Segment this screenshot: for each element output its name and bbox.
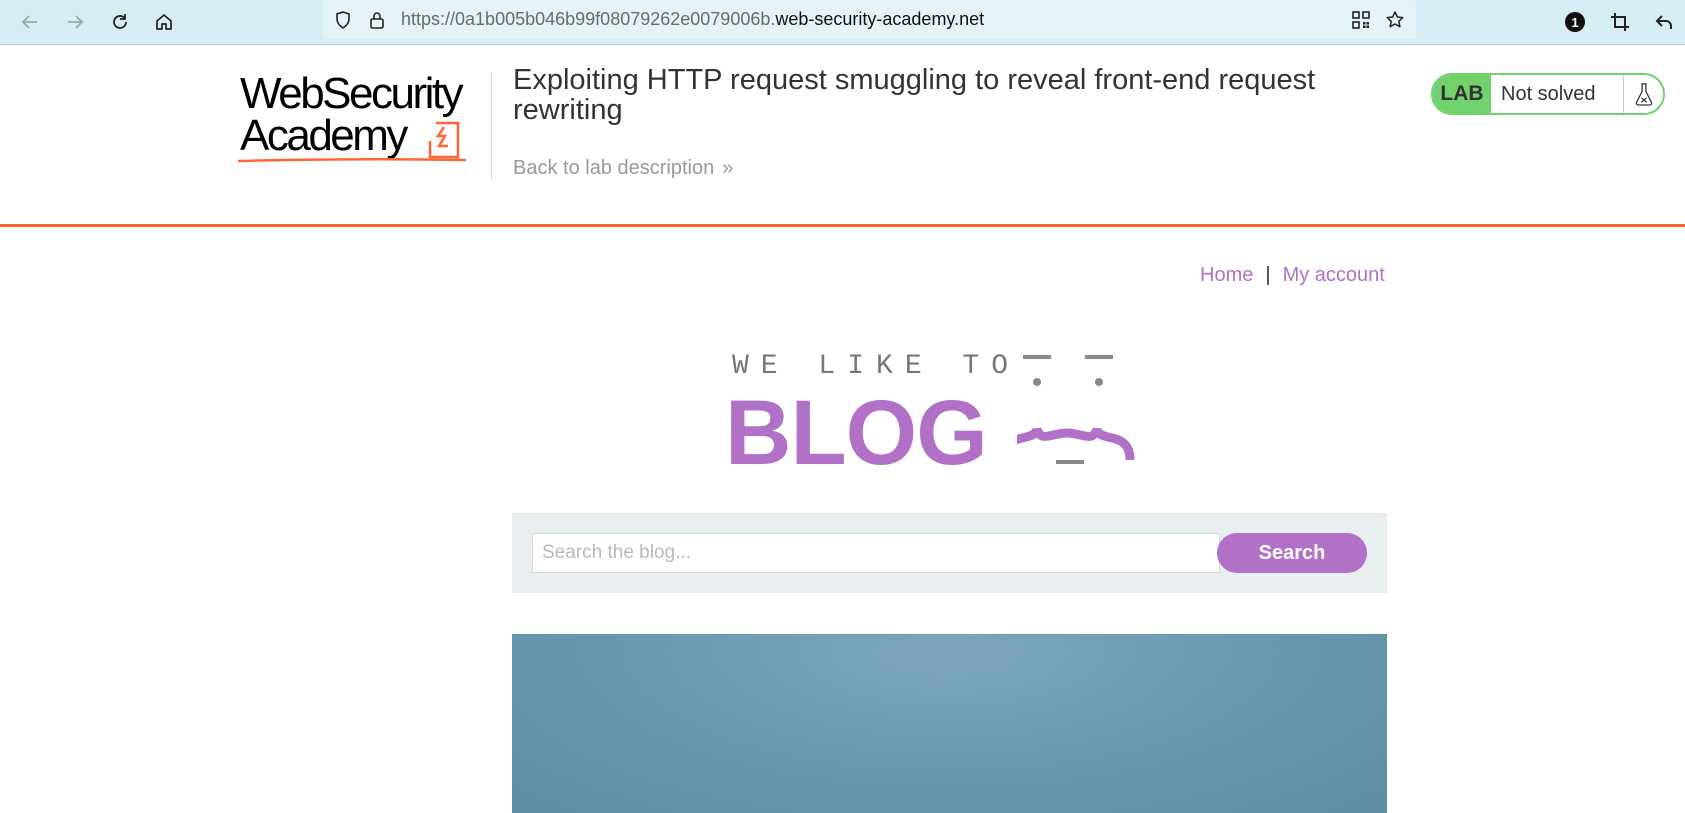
academy-logo[interactable]: WebSecurity Academy (238, 69, 488, 169)
url-prefix: https://0a1b005b046b99f08079262e0079006b… (401, 9, 776, 29)
lab-status-text: Not solved (1491, 75, 1624, 113)
blog-logo-tagline: WE LIKE TO (732, 351, 1021, 382)
url-text: https://0a1b005b046b99f08079262e0079006b… (401, 9, 984, 30)
blog-logo-word: BLOG (725, 382, 988, 484)
site-nav: Home | My account (1200, 264, 1385, 287)
blog-post-image[interactable] (512, 634, 1387, 813)
lab-status-widget: LAB Not solved (1431, 73, 1665, 115)
search-button[interactable]: Search (1217, 533, 1367, 573)
nav-home-link[interactable]: Home (1200, 264, 1253, 286)
crop-icon[interactable] (1605, 7, 1635, 37)
url-domain: web-security-academy.net (775, 9, 985, 29)
address-bar[interactable]: https://0a1b005b046b99f08079262e0079006b… (323, 0, 1416, 39)
bookmark-star-icon[interactable] (1384, 9, 1406, 31)
lab-badge: LAB (1433, 75, 1491, 113)
back-link-label: Back to lab description (513, 157, 715, 179)
blog-logo: WE LIKE TO BLOG (725, 345, 1175, 483)
qr-code-icon[interactable] (1350, 9, 1372, 31)
lab-title: Exploiting HTTP request smuggling to rev… (513, 64, 1316, 126)
header-divider (491, 72, 492, 180)
blog-face-icon (1017, 355, 1135, 464)
lab-header: WebSecurity Academy Exploiting HTTP requ… (0, 45, 1685, 227)
nav-my-account-link[interactable]: My account (1283, 264, 1385, 286)
home-icon[interactable] (149, 7, 179, 37)
shield-icon[interactable] (332, 9, 354, 31)
logo-lightning-icon (428, 121, 460, 159)
search-input[interactable] (532, 533, 1220, 573)
browser-toolbar: https://0a1b005b046b99f08079262e0079006b… (0, 0, 1685, 45)
extension-badge-icon[interactable]: 1 (1560, 7, 1590, 37)
undo-icon[interactable] (1649, 7, 1679, 37)
back-icon[interactable] (15, 7, 45, 37)
search-panel: Search (512, 513, 1387, 593)
notification-count: 1 (1565, 12, 1585, 32)
forward-icon[interactable] (60, 7, 90, 37)
flask-icon (1624, 75, 1663, 113)
nav-separator: | (1265, 264, 1271, 286)
reload-icon[interactable] (105, 7, 135, 37)
double-chevron-right-icon: » (722, 157, 734, 179)
lock-icon[interactable] (366, 9, 388, 31)
back-to-lab-link[interactable]: Back to lab description » (513, 157, 733, 180)
logo-line2: Academy (240, 111, 408, 160)
